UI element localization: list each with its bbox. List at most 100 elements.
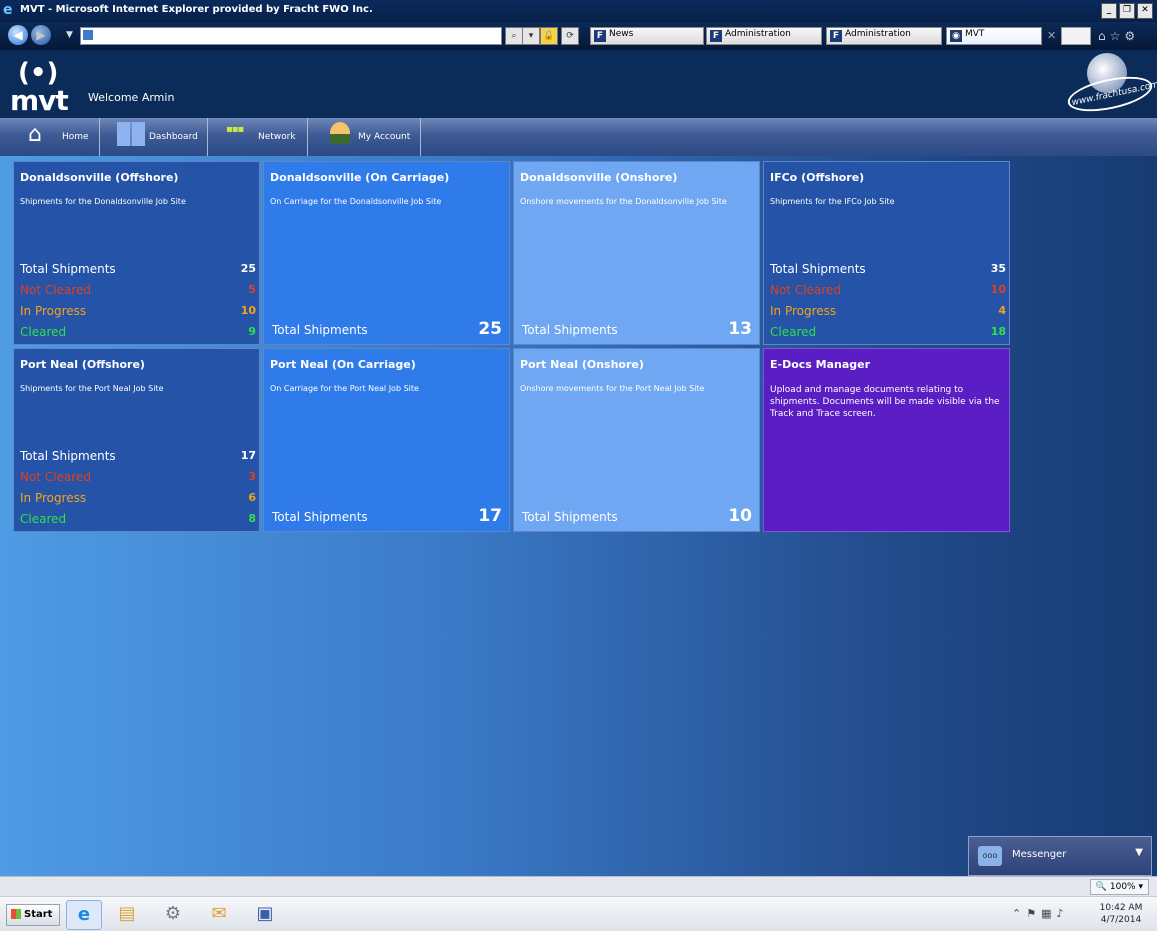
file-explorer-icon[interactable]: ▤	[110, 900, 144, 928]
fracht-globe-logo: www.frachtusa.com	[1064, 53, 1157, 118]
welcome-text: Welcome Armin	[88, 91, 175, 104]
shipment-stats: Total Shipments 25 Not Cleared 5 In Progre…	[20, 262, 256, 346]
search-icon[interactable]: ⌕	[505, 27, 523, 45]
home-icon: ⌂	[28, 122, 42, 147]
tile-title: Donaldsonville (Offshore)	[20, 171, 179, 184]
tile-subtitle: Shipments for the Port Neal Job Site	[20, 384, 164, 393]
tile-donaldsonville-onshore[interactable]: Donaldsonville (Onshore) Onshore movemen…	[513, 161, 760, 345]
forward-button[interactable]: ▶	[31, 25, 51, 45]
tile-ifco-offshore[interactable]: IFCo (Offshore) Shipments for the IFCo J…	[763, 161, 1010, 345]
new-tab-button[interactable]	[1061, 27, 1091, 45]
tile-donaldsonville-on-carriage[interactable]: Donaldsonville (On Carriage) On Carriage…	[263, 161, 510, 345]
close-tab-icon[interactable]: ✕	[1047, 29, 1056, 42]
tile-title: Donaldsonville (Onshore)	[520, 171, 678, 184]
tile-subtitle: Onshore movements for the Donaldsonville…	[520, 197, 727, 206]
chevron-down-icon[interactable]: ▼	[1135, 847, 1143, 858]
address-bar-input[interactable]	[80, 27, 502, 45]
account-icon	[330, 122, 350, 144]
stat-cleared: Cleared 18	[770, 325, 1006, 339]
page-content: (•) mvt Welcome Armin www.frachtusa.com …	[0, 50, 1157, 876]
nav-dashboard[interactable]: Dashboard	[100, 118, 208, 156]
total-shipments: Total Shipments 10	[522, 506, 752, 526]
browser-toolbar: ◀ ▶ ▼ ⌕ ▾ 🔒 ⟳ F News F Administration F Adm…	[0, 22, 1157, 50]
tab-mvt[interactable]: ◉ MVT	[946, 27, 1042, 45]
stat-total: Total Shipments 25	[20, 262, 256, 276]
stat-in-progress: In Progress 10	[20, 304, 256, 318]
tile-subtitle: On Carriage for the Donaldsonville Job S…	[270, 197, 442, 206]
stat-cleared: Cleared 8	[20, 512, 256, 526]
zoom-control[interactable]: 🔍 100% ▾	[1089, 879, 1149, 895]
tile-subtitle: Shipments for the Donaldsonville Job Sit…	[20, 197, 186, 206]
clock-date: 4/7/2014	[1100, 915, 1142, 925]
dropdown-icon[interactable]: ▾	[522, 27, 540, 45]
stat-cleared: Cleared 9	[20, 325, 256, 339]
stat-in-progress: In Progress 4	[770, 304, 1006, 318]
total-count: 13	[728, 319, 752, 339]
tile-port-neal-onshore[interactable]: Port Neal (Onshore) Onshore movements fo…	[513, 348, 760, 532]
main-nav: ⌂ Home Dashboard ▪▪▪ Network My Account	[0, 118, 1157, 156]
fracht-icon: F	[830, 30, 842, 42]
tab-administration-1[interactable]: F Administration	[706, 27, 822, 45]
dashboard-icon	[117, 122, 145, 146]
window-title: MVT - Microsoft Internet Explorer provid…	[20, 4, 373, 15]
tile-description: Upload and manage documents relating to …	[770, 385, 1000, 419]
tile-title: E-Docs Manager	[770, 358, 871, 371]
tile-title: Donaldsonville (On Carriage)	[270, 171, 450, 184]
tile-title: Port Neal (Onshore)	[520, 358, 644, 371]
tab-news[interactable]: F News	[590, 27, 704, 45]
windows-flag-icon	[11, 909, 21, 919]
logo-text: mvt	[10, 84, 69, 117]
start-button[interactable]: Start	[6, 904, 60, 926]
window-title-bar: e MVT - Microsoft Internet Explorer prov…	[0, 0, 1157, 22]
tile-donaldsonville-offshore[interactable]: Donaldsonville (Offshore) Shipments for …	[13, 161, 260, 345]
shipment-stats: Total Shipments 17 Not Cleared 3 In Progre…	[20, 449, 256, 533]
history-dropdown-icon[interactable]: ▼	[66, 30, 73, 40]
tile-title: IFCo (Offshore)	[770, 171, 865, 184]
clock[interactable]: 10:42 AM 4/7/2014	[1096, 902, 1146, 926]
refresh-icon[interactable]: ⟳	[561, 27, 579, 45]
total-count: 25	[478, 319, 502, 339]
stat-total: Total Shipments 35	[770, 262, 1006, 276]
window-controls: _ ❐ ✕	[1101, 3, 1153, 19]
tile-port-neal-offshore[interactable]: Port Neal (Offshore) Shipments for the P…	[13, 348, 260, 532]
messenger-widget[interactable]: ooo Messenger ▼	[968, 836, 1152, 876]
nav-home[interactable]: ⌂ Home	[18, 118, 100, 156]
fracht-icon: F	[710, 30, 722, 42]
back-button[interactable]: ◀	[8, 25, 28, 45]
ie-status-bar: 🔍 100% ▾	[0, 876, 1157, 897]
minimize-button[interactable]: _	[1101, 3, 1117, 19]
total-shipments: Total Shipments 17	[272, 506, 502, 526]
lock-icon[interactable]: 🔒	[540, 27, 558, 45]
nav-network[interactable]: ▪▪▪ Network	[208, 118, 308, 156]
total-count: 10	[728, 506, 752, 526]
site-header: (•) mvt Welcome Armin www.frachtusa.com	[0, 50, 1157, 118]
system-tray-icons[interactable]: ⌃⚑▦♪	[1012, 907, 1069, 920]
internet-explorer-icon: e	[3, 2, 13, 18]
nav-my-account[interactable]: My Account	[308, 118, 421, 156]
stat-total: Total Shipments 17	[20, 449, 256, 463]
shipment-stats: Total Shipments 35 Not Cleared 10 In Progr…	[770, 262, 1006, 346]
network-icon: ▪▪▪	[226, 124, 244, 135]
tile-subtitle: On Carriage for the Port Neal Job Site	[270, 384, 419, 393]
stat-not-cleared: Not Cleared 10	[770, 283, 1006, 297]
mvt-icon: ◉	[950, 30, 962, 42]
tab-administration-2[interactable]: F Administration	[826, 27, 942, 45]
clock-time: 10:42 AM	[1099, 903, 1143, 913]
tile-subtitle: Onshore movements for the Port Neal Job …	[520, 384, 705, 393]
zoom-icon: 🔍	[1095, 882, 1107, 892]
stat-not-cleared: Not Cleared 3	[20, 470, 256, 484]
internet-explorer-taskbar-icon[interactable]: e	[66, 900, 102, 930]
windows-taskbar: Start e ▤ ⚙ ✉ ▣ ⌃⚑▦♪ 10:42 AM 4/7/2014	[0, 896, 1157, 931]
tile-edocs-manager[interactable]: E-Docs Manager Upload and manage documen…	[763, 348, 1010, 532]
ie-toolbar-icons[interactable]: ⌂☆⚙	[1098, 29, 1139, 43]
total-shipments: Total Shipments 13	[522, 319, 752, 339]
restore-button[interactable]: ❐	[1119, 3, 1135, 19]
close-window-button[interactable]: ✕	[1137, 3, 1153, 19]
outlook-icon[interactable]: ✉	[202, 900, 236, 928]
stat-not-cleared: Not Cleared 5	[20, 283, 256, 297]
total-count: 17	[478, 506, 502, 526]
site-favicon-icon	[83, 30, 93, 40]
remote-desktop-icon[interactable]: ▣	[248, 900, 282, 928]
tile-port-neal-on-carriage[interactable]: Port Neal (On Carriage) On Carriage for …	[263, 348, 510, 532]
server-manager-icon[interactable]: ⚙	[156, 900, 190, 928]
